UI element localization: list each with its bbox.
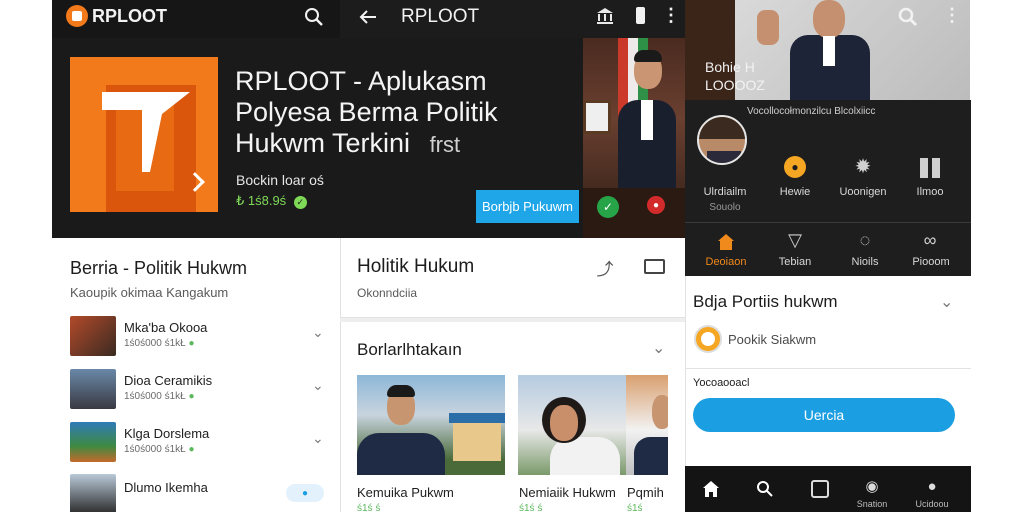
hero-subtitle: Bockin loar oś (236, 172, 324, 188)
chevron-down-icon[interactable]: ⌄ (312, 377, 324, 394)
menu-tab-label[interactable]: Deoiaon (700, 256, 752, 268)
category-title: Holitik Hukum (357, 256, 475, 277)
category-header-card (340, 238, 685, 318)
category-subtitle: Okonndciia (357, 286, 418, 300)
list-thumbnail (70, 316, 116, 356)
menu-item-label: Uoonigen (839, 186, 887, 198)
politics-title: Bdja Portiis hukwm (693, 292, 838, 311)
list-item-title: Mka'ba Okooa (124, 320, 208, 335)
list-thumbnail (70, 369, 116, 409)
list-thumbnail (70, 474, 116, 512)
chevron-down-icon[interactable]: ⌄ (940, 292, 953, 312)
nav-label: Snation (856, 499, 888, 509)
nav-label: Ucidoou (915, 499, 949, 509)
home-nav-icon[interactable] (700, 478, 722, 500)
more-vert-icon[interactable]: ⋮ (662, 5, 680, 26)
check-icon[interactable]: ✓ (597, 196, 619, 218)
meta-text: 1ś0ś000 ś1kŁ (124, 391, 186, 402)
list-item-meta: 1ś0ś000 ś1kŁ ● (124, 338, 195, 349)
home-icon[interactable] (716, 232, 736, 252)
page-margin-left (0, 0, 52, 512)
news-image[interactable] (357, 375, 505, 475)
columns-icon[interactable] (920, 158, 940, 178)
list-thumbnail (70, 422, 116, 462)
lightbulb-icon[interactable]: ● (784, 156, 806, 178)
menu-header: Vocollocołmonzilcu Blcolxiicc (747, 106, 876, 117)
primary-action-button[interactable]: Borbjb Pukuwm (476, 190, 579, 223)
download-button[interactable]: ● (286, 484, 324, 502)
list-item[interactable]: Mka'ba Okooa 1ś0ś000 ś1kŁ ● ⌄ (70, 314, 330, 358)
hero-price: ₺ 1ś8.9ś ✓ (236, 193, 307, 209)
card-title: Berria - Politik Hukwm (70, 258, 248, 278)
list-item[interactable]: Dlumo Ikemha ● (70, 472, 330, 512)
verified-icon: ● (188, 391, 195, 402)
menu-tab-label[interactable]: Nioils (840, 256, 890, 268)
topic-label[interactable]: Pookik Siakwm (728, 332, 816, 347)
bookmark-nav-icon[interactable] (811, 480, 829, 498)
bank-icon[interactable] (595, 6, 615, 26)
avatar[interactable] (697, 115, 747, 165)
chevron-down-icon[interactable]: ⌄ (312, 430, 324, 447)
more-vert-icon-2[interactable]: ⋮ (943, 5, 961, 26)
news-title[interactable]: Nemiaiik Hukwm (519, 485, 616, 500)
profile-nav-icon[interactable]: ● (922, 477, 942, 495)
news-meta: ś1ś (627, 503, 643, 512)
news-title[interactable]: Pqmih (627, 485, 679, 500)
news-meta: ś1ś ś (357, 503, 381, 512)
news-image[interactable] (626, 375, 668, 475)
chat-icon[interactable]: ◌ (852, 230, 878, 251)
notification-nav-icon[interactable]: ◉ (862, 477, 882, 495)
detail-title: RPLOOT (401, 6, 480, 27)
gear-icon[interactable]: ✹ (850, 154, 876, 179)
verified-icon: ● (188, 338, 195, 349)
tv-icon[interactable] (644, 259, 665, 274)
search-icon-2[interactable] (896, 5, 920, 29)
menu-item-label: Ilmoo (916, 186, 944, 198)
link-icon[interactable]: ⤴ (594, 256, 616, 279)
profile-name: Ulrdiailm (703, 186, 747, 198)
page-margin-right (971, 0, 1024, 512)
list-item-meta: 1ś0ś000 ś1kŁ ● (124, 444, 195, 455)
app-icon-large (70, 57, 218, 212)
photo-caption: Bohie H LOOOOZ (705, 59, 765, 93)
list-item-meta: 1ś0ś000 ś1kŁ ● (124, 391, 195, 402)
list-item[interactable]: Dioa Ceramikis 1ś0ś000 ś1kŁ ● ⌄ (70, 367, 330, 411)
verified-icon: ● (188, 444, 195, 455)
section-label: Yocoaooacl (693, 377, 750, 389)
list-item[interactable]: Klga Dorslema 1ś0ś000 ś1kŁ ● ⌄ (70, 420, 330, 464)
brand-name: RPLOOT (92, 6, 167, 26)
back-arrow-icon[interactable] (356, 5, 380, 29)
profile-meta: Souolo (709, 202, 741, 213)
meta-text: 1ś0ś000 ś1kŁ (124, 444, 186, 455)
search-nav-icon[interactable] (754, 478, 776, 500)
list-item-title: Klga Dorslema (124, 426, 210, 441)
news-title[interactable]: Kemuika Pukwm (357, 485, 454, 500)
group-icon[interactable]: ∞ (917, 230, 943, 251)
price-text: ₺ 1ś8.9ś (236, 193, 287, 208)
meta-text: 1ś0ś000 ś1kŁ (124, 338, 186, 349)
list-item-title: Dlumo Ikemha (124, 480, 208, 495)
app-logo-icon (66, 5, 88, 27)
search-icon[interactable] (302, 5, 326, 29)
hero-title: RPLOOT - Aplukasm Polyesa Berma Politik … (235, 66, 575, 160)
card-subtitle: Kaoupik okimaa Kangakum (70, 285, 229, 300)
shield-icon[interactable]: ▽ (782, 230, 808, 251)
record-icon[interactable]: ● (647, 196, 665, 214)
section-title: Borlarlhtakaın (357, 340, 462, 359)
wide-action-button[interactable]: Uercia (693, 398, 955, 432)
chevron-down-icon[interactable]: ⌄ (652, 338, 665, 358)
verified-icon: ✓ (293, 196, 307, 209)
chevron-down-icon[interactable]: ⌄ (312, 324, 324, 341)
menu-item-label: Hewie (779, 186, 811, 198)
battery-icon (636, 7, 645, 24)
detail-app-bar (340, 0, 685, 38)
list-item-title: Dioa Ceramikis (124, 373, 213, 388)
menu-tab-label[interactable]: Tebian (770, 256, 820, 268)
menu-tab-label[interactable]: Piooom (905, 256, 957, 268)
divider (685, 368, 971, 369)
divider (685, 222, 971, 223)
news-meta: ś1ś ś (519, 503, 543, 512)
hero-title-suffix: frst (429, 132, 461, 157)
topic-avatar (694, 325, 722, 353)
